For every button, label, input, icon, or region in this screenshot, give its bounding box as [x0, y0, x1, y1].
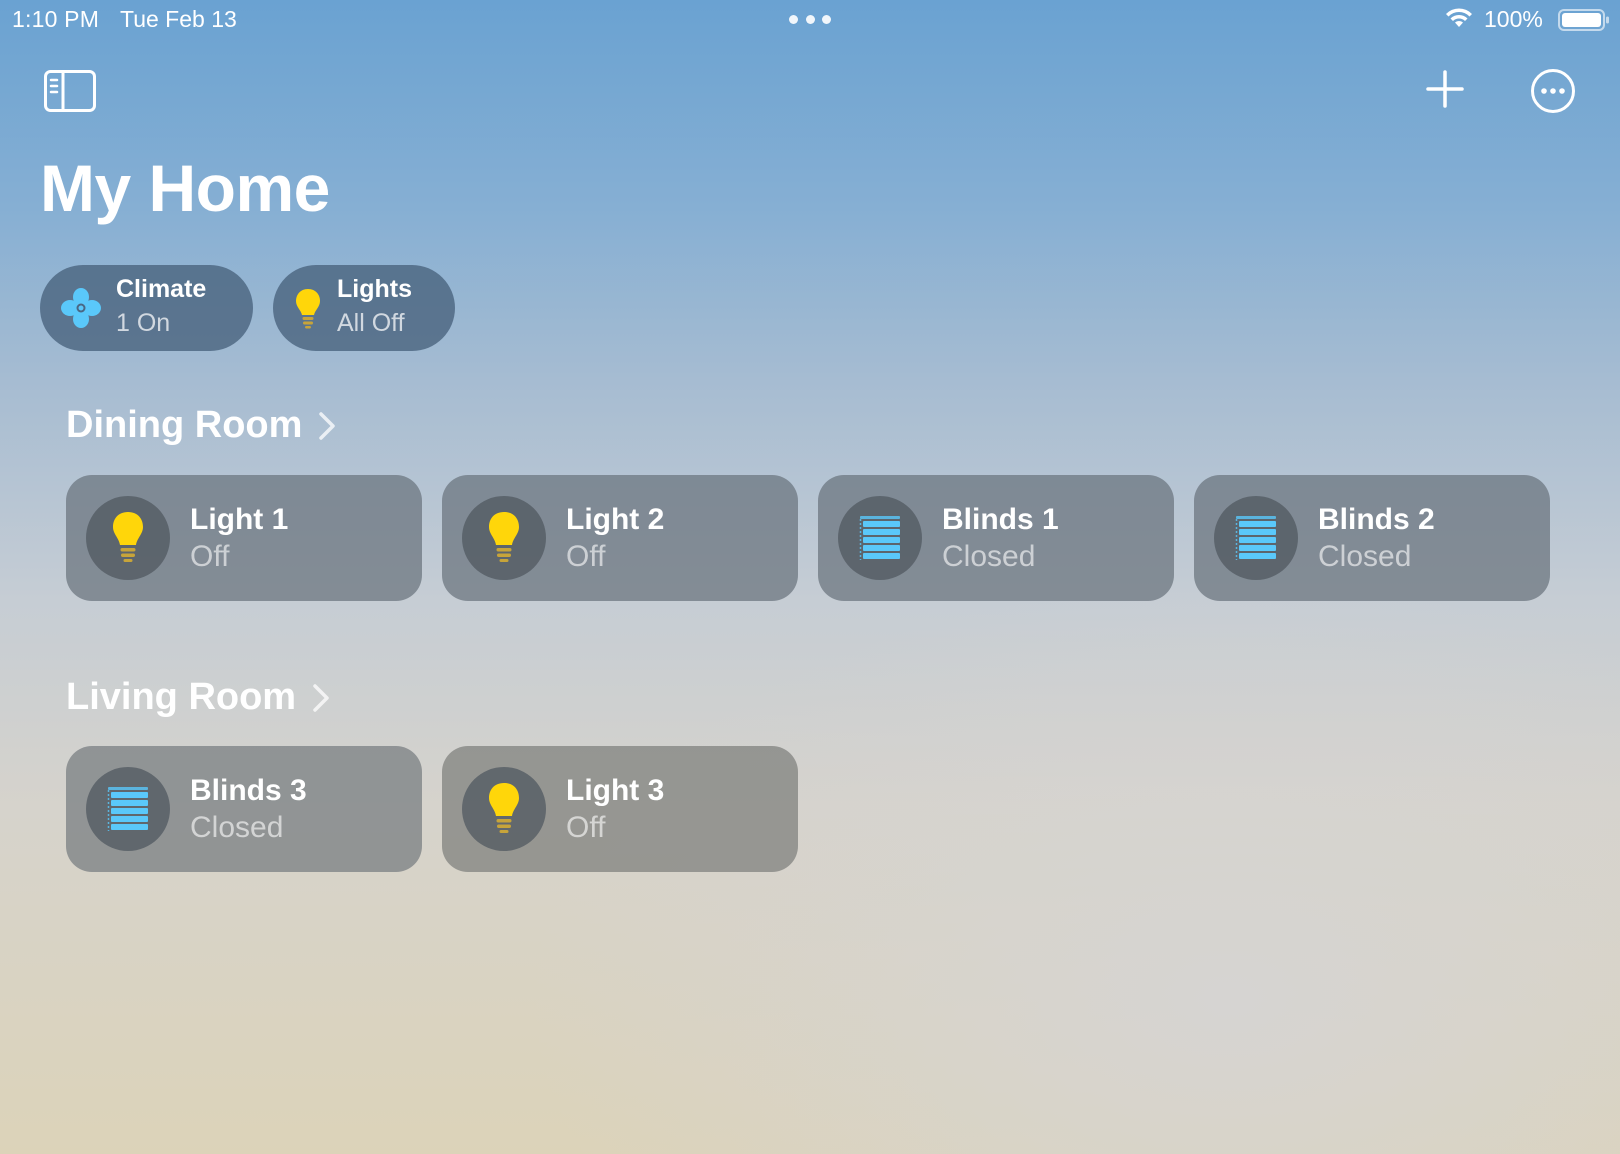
- accessory-tile-light-3[interactable]: Light 3 Off: [442, 746, 798, 872]
- accessory-name: Blinds 1: [942, 503, 1059, 536]
- accessory-tile-blinds-3[interactable]: Blinds 3 Closed: [66, 746, 422, 872]
- accessory-icon-circle: [1214, 496, 1298, 580]
- accessory-status: Closed: [1318, 540, 1412, 573]
- blinds-icon: [859, 516, 900, 560]
- accessory-name: Light 3: [566, 774, 665, 807]
- accessory-icon-circle: [462, 496, 546, 580]
- accessory-icon-circle: [838, 496, 922, 580]
- accessory-icon-circle: [462, 767, 546, 851]
- status-date: Tue Feb 13: [120, 6, 237, 32]
- ellipsis-circle-icon[interactable]: [1530, 68, 1576, 114]
- accessory-icon-circle: [86, 496, 170, 580]
- climate-category-title: Climate: [116, 275, 207, 303]
- blinds-icon: [107, 787, 148, 831]
- accessory-status: Closed: [942, 540, 1036, 573]
- accessory-status: Closed: [190, 811, 284, 844]
- fan-icon: [61, 288, 101, 328]
- page-title: My Home: [40, 151, 330, 225]
- room-name: Dining Room: [66, 404, 303, 446]
- battery-icon: [1558, 9, 1609, 31]
- accessory-status: Off: [566, 811, 606, 844]
- accessory-tile-light-1[interactable]: Light 1 Off: [66, 475, 422, 601]
- climate-category-status: 1 On: [116, 309, 171, 337]
- room-header-dining-room[interactable]: Dining Room: [66, 404, 336, 447]
- chevron-right-icon: [313, 683, 329, 712]
- accessory-tile-blinds-1[interactable]: Blinds 1 Closed: [818, 475, 1174, 601]
- plus-icon[interactable]: [1424, 68, 1466, 110]
- battery-percentage: 100%: [1484, 6, 1543, 32]
- sidebar-toggle-icon[interactable]: [44, 70, 96, 112]
- accessory-icon-circle: [86, 767, 170, 851]
- accessory-name: Blinds 2: [1318, 503, 1435, 536]
- lights-category-button[interactable]: Lights All Off: [273, 265, 455, 351]
- accessory-status: Off: [566, 540, 606, 573]
- climate-category-button[interactable]: Climate 1 On: [40, 265, 253, 351]
- status-time: 1:10 PM: [12, 6, 100, 32]
- accessory-tile-light-2[interactable]: Light 2 Off: [442, 475, 798, 601]
- blinds-icon: [1235, 516, 1276, 560]
- lights-category-status: All Off: [337, 309, 405, 337]
- multitasking-dots-icon[interactable]: [789, 15, 831, 25]
- accessory-name: Light 1: [190, 503, 289, 536]
- lightbulb-icon: [489, 512, 519, 562]
- accessory-name: Light 2: [566, 503, 665, 536]
- room-name: Living Room: [66, 676, 297, 718]
- accessory-status: Off: [190, 540, 230, 573]
- status-bar: 1:10 PM Tue Feb 13 100%: [0, 0, 1620, 40]
- lightbulb-icon: [489, 783, 519, 833]
- accessory-tile-blinds-2[interactable]: Blinds 2 Closed: [1194, 475, 1550, 601]
- accessory-name: Blinds 3: [190, 774, 307, 807]
- lightbulb-icon: [296, 289, 320, 329]
- lights-category-title: Lights: [337, 275, 412, 303]
- wifi-icon: [1446, 8, 1472, 27]
- chevron-right-icon: [319, 411, 336, 440]
- lightbulb-icon: [113, 512, 143, 562]
- room-header-living-room[interactable]: Living Room: [66, 676, 330, 719]
